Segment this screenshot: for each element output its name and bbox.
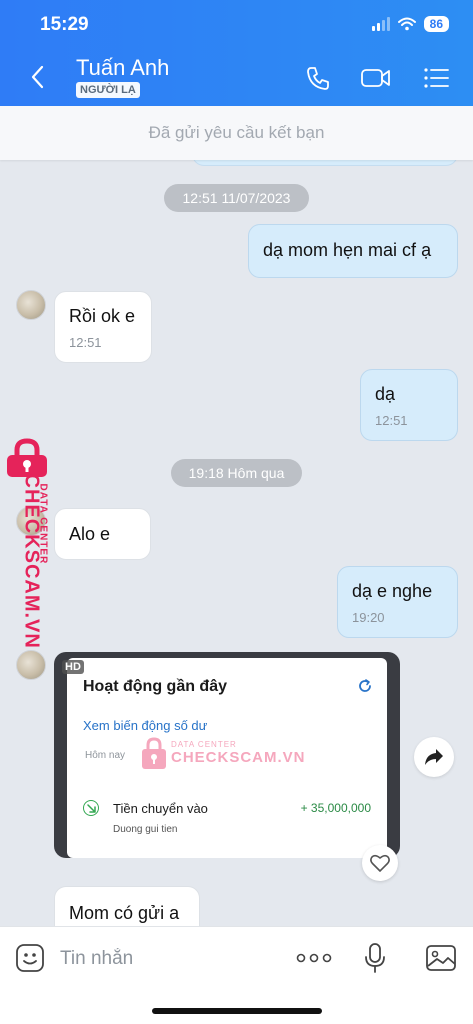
video-camera-icon [361,69,390,87]
more-dots-icon [296,953,332,963]
message-text: dạ mom hẹn mai cf ạ [263,240,432,260]
home-indicator [152,1008,322,1014]
contact-avatar[interactable] [16,650,46,680]
share-arrow-icon [425,749,443,765]
stranger-badge: NGƯỜI LẠ [76,82,140,98]
list-menu-icon [424,68,449,88]
message-time: 12:51 [375,413,408,428]
signal-icon [371,17,390,31]
watermark-subtitle: DATA CENTER [171,740,237,749]
message-text: Alo e [69,524,111,544]
message-bubble-incoming[interactable]: Rồi ok e 12:51 [54,291,152,363]
share-button[interactable] [414,737,454,777]
more-options-button[interactable] [296,941,332,975]
call-button[interactable] [302,62,334,94]
friend-request-status: Đã gửi yêu cầu kết bạn [0,106,473,160]
message-bubble-outgoing[interactable]: dạ e nghe 19:20 [337,566,458,638]
message-bubble-outgoing[interactable]: dạ mom hẹn mai cf ạ [248,224,458,278]
sticker-button[interactable] [14,941,46,975]
transaction-amount: + 35,000,000 [300,801,371,815]
watermark-title: CHECKSCAM.VN [171,749,306,766]
options-button[interactable] [420,62,452,94]
message-text: Rồi ok e [69,306,136,326]
microphone-icon [365,943,385,973]
refresh-icon [359,679,371,692]
message-bubble-outgoing[interactable]: dạ 12:51 [360,369,458,441]
status-icons: 86 [371,16,449,32]
chevron-left-icon [31,65,44,89]
image-link-text: Xem biến động số dư [83,718,208,733]
message-composer [0,926,473,1024]
hd-badge: HD [62,660,84,674]
message-bubble-incoming[interactable]: Alo e [54,508,151,560]
time-separator: 12:51 11/07/2023 [164,184,309,212]
chat-header: 15:29 86 Tuấn Anh NGƯỜI LẠ [0,0,473,106]
video-call-button[interactable] [360,62,392,94]
screenshot-image: Hoạt động gần đây Xem biến động số dư Hô… [67,658,387,858]
contact-avatar[interactable] [16,290,46,320]
image-watermark: DATA CENTER CHECKSCAM.VN [141,736,306,770]
message-time: 19:20 [352,610,385,625]
sticker-icon [16,944,44,972]
phone-icon [307,67,329,90]
transaction-description: Duong gui tien [113,824,178,835]
message-input[interactable] [60,945,280,973]
checkscam-watermark: DATA CENTER CHECKSCAM.VN [5,438,51,649]
image-title: Hoạt động gần đây [83,678,227,695]
lock-icon [142,737,166,769]
battery-indicator: 86 [423,16,449,32]
contact-name[interactable]: Tuấn Anh [76,55,169,81]
lock-icon [7,438,47,477]
image-picker-button[interactable] [424,941,458,975]
message-time: 12:51 [69,335,102,350]
time-separator: 19:18 Hôm qua [171,459,302,487]
message-text: dạ e nghe [352,581,433,601]
heart-icon [370,854,390,872]
image-message[interactable]: HD Hoạt động gần đây Xem biến động số dư… [54,652,400,858]
message-text: dạ [375,384,396,404]
voice-message-button[interactable] [362,941,388,975]
image-icon [426,945,456,971]
status-time: 15:29 [40,14,89,35]
back-button[interactable] [24,62,50,92]
watermark-title: CHECKSCAM.VN [20,473,43,649]
wifi-icon [397,17,416,31]
transaction-title: Tiền chuyển vào [113,801,208,816]
message-text: Mom có gửi a [69,903,180,923]
incoming-arrow-icon [83,800,99,816]
react-button[interactable] [362,845,398,881]
image-date-label: Hôm nay [85,750,126,761]
